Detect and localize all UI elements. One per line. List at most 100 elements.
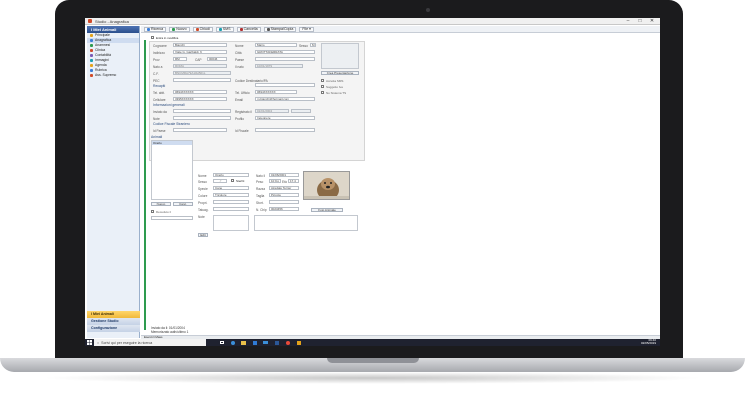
nato-il-field[interactable]: 01/06/2001 [269,173,299,177]
soggetto-iva-checkbox[interactable] [321,85,324,88]
sidebar-section-animali[interactable]: I Miei Animali [87,311,140,318]
citta-label: Città [235,51,242,55]
stort-field[interactable] [269,200,299,204]
accetta-sms-checkbox[interactable] [321,79,324,82]
animal-sesso-label: Sesso [198,180,207,184]
prov-field[interactable]: RM [173,57,187,61]
codice-dest-field[interactable] [255,83,315,87]
taglia-field[interactable]: Piccola [269,193,299,197]
tatuag-field[interactable] [213,207,249,211]
chip-label: N. Chip [256,208,267,212]
inviato-field[interactable] [173,109,231,113]
tel-field[interactable]: 0694XXXXXX [173,90,227,94]
studio-app-icon[interactable] [295,339,302,346]
sms-button[interactable]: SMS [215,26,234,32]
cognome-label: Cognome [153,44,167,48]
id-paese-field[interactable] [173,128,227,132]
file-explorer-icon[interactable] [240,339,247,346]
pec-field[interactable] [173,78,231,82]
edge-icon[interactable] [229,339,236,346]
nome-field[interactable]: Mario [255,43,297,47]
close-icon[interactable]: ✕ [646,18,658,25]
eta-field[interactable]: 17,4 [288,179,299,183]
delete-button[interactable]: Cancella [236,26,261,32]
new-animal-button[interactable]: Nuovo [151,202,171,206]
cognome-field[interactable]: Bianchi [173,43,227,47]
sidebar-section-configurazione[interactable]: Configurazione [87,325,140,332]
record-indicator [144,40,146,330]
id-fiscale-label: Id Fiscale [235,129,249,133]
tatuag-label: Tatuag. [198,208,209,212]
sterile-checkbox[interactable] [231,179,234,182]
cell-field[interactable]: 3395XXXXXX [173,97,227,101]
new-button[interactable]: Nuovo [169,26,190,32]
pec-label: PEC [153,79,160,83]
edit-mode-label: Entra in modifica [156,36,179,40]
indirizzo-field[interactable]: Viale G. Garibaldi, 6 [173,50,227,54]
animal-note-label: Note [198,215,205,219]
colore-field[interactable]: Tricolore [213,193,249,197]
deceased-checkbox[interactable] [151,210,154,213]
specie-field[interactable]: Cane [213,186,249,190]
cf-field[interactable]: BNCMRA79A10H501L [173,71,231,75]
chrome-icon[interactable] [284,339,291,346]
animal-edit-button[interactable]: Edit [198,233,208,237]
sidebar-item-ass-supremo[interactable]: Ass. Supremo [87,73,139,78]
propri-field[interactable] [213,200,249,204]
id-paese-label: Id Paese [153,129,166,133]
indirizzo-label: Indirizzo [153,51,165,55]
animal-photo-button[interactable]: Foto Animale [311,208,343,212]
prov-label: Prov [153,58,160,62]
sidebar-item-label: Ass. Supremo [95,73,117,77]
registrato-extra-field[interactable] [291,109,311,113]
tel-uff-field[interactable]: 0694XXXXXX [255,90,297,94]
list-item[interactable]: Orazio [152,141,192,145]
peso-field[interactable]: 10 Kg [269,179,281,183]
sistema-ts-checkbox[interactable] [321,91,324,94]
dog-photo-image [304,172,349,199]
sidebar-section-gestione[interactable]: Gestione Studio [87,318,140,325]
nato-field[interactable]: ROMA [173,64,227,68]
cap-field[interactable]: 00046 [207,57,227,61]
system-tray[interactable]: 09:40 02/05/2019 [641,338,656,346]
cell-label: Cellulare [153,98,166,102]
paese-field[interactable] [255,57,315,61]
close-button[interactable]: Chiudi [192,26,213,32]
money-icon [90,54,93,57]
peso-label: Peso [256,180,264,184]
print-icon [266,27,270,31]
minimize-icon[interactable]: – [622,18,634,25]
animal-sesso-field[interactable]: ♂ [213,179,227,183]
create-presentation-button[interactable]: Crea Presentazione [321,71,359,75]
il-field[interactable]: 10/01/1979 [255,64,303,68]
id-fiscale-field[interactable] [255,128,315,132]
word-icon[interactable] [273,339,280,346]
start-button[interactable] [85,339,94,346]
registrato-field[interactable]: 01/01/2004 [255,109,289,113]
taskbar-search-input[interactable]: ○ Scrivi qui per eseguire la ricerca [94,339,206,346]
store-icon[interactable] [251,339,258,346]
mail-icon[interactable] [262,339,269,346]
file-menu-button[interactable]: File ▾ [299,26,314,32]
deceased-date-field[interactable] [151,216,193,220]
edit-mode-checkbox[interactable] [151,36,154,39]
note-field[interactable] [173,116,231,120]
deceased-label: Deceduto il [156,210,172,214]
chip-field[interactable]: 0023456 [269,207,299,211]
sistema-ts-label: No Sistema TS [326,91,347,95]
animals-heading: Animali [151,135,163,139]
razza-label: Razza [256,187,266,191]
animal-nome-field[interactable]: Orazio [213,173,249,177]
animals-list[interactable]: Orazio [151,140,193,200]
profilo-field[interactable]: Ingegnere [255,116,315,120]
citta-field[interactable]: GROTTAFERRATA [255,50,315,54]
sesso-field[interactable]: M [310,43,316,47]
email-field[interactable]: m.bianchi@hotmail.com [255,97,315,101]
task-view-icon[interactable] [218,339,225,346]
razza-field[interactable]: Airedale Terrier [269,186,299,190]
search-button[interactable]: Ricerca [144,26,167,32]
print-copy-button[interactable]: Stampa/Copia [263,26,297,32]
delete-animal-button[interactable]: Canc. [173,202,193,206]
animal-note-field[interactable] [213,215,249,231]
maximize-icon[interactable]: □ [634,18,646,25]
